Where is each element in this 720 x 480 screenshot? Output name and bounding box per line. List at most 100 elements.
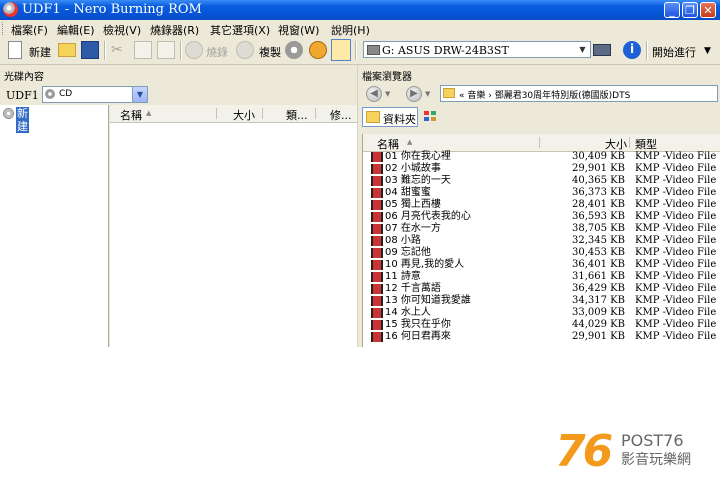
- cd-icon: [45, 89, 55, 99]
- toolbar-overflow-icon[interactable]: ▼: [704, 46, 711, 56]
- info-icon[interactable]: i: [623, 41, 641, 59]
- menu-grip[interactable]: [2, 22, 6, 35]
- file-column-headers: 名稱 ▲ 大小 類型: [363, 134, 720, 152]
- disc-label: UDF1: [6, 89, 39, 102]
- file-browser-view-row: 資料夾: [358, 105, 720, 130]
- file-browser-toggle-icon[interactable]: [331, 39, 351, 61]
- nero-app-icon[interactable]: [3, 2, 18, 17]
- file-row[interactable]: 07 在水一方 38,705 KB KMP -Video File: [363, 223, 720, 235]
- file-name: 16 何日君再來: [385, 331, 451, 342]
- menu-edit[interactable]: 編輯(E): [57, 22, 95, 38]
- window-title: UDF1 - Nero Burning ROM: [22, 2, 202, 17]
- menu-extras[interactable]: 其它選項(X): [210, 22, 270, 38]
- menu-view[interactable]: 檢視(V): [103, 22, 141, 38]
- column-name[interactable]: 名稱: [377, 136, 399, 152]
- file-row[interactable]: 16 何日君再來 29,901 KB KMP -Video File: [363, 331, 720, 343]
- file-browser-header: 檔案瀏覽器: [362, 72, 412, 83]
- burn-button[interactable]: 燒錄: [206, 44, 228, 60]
- file-row[interactable]: 14 水上人 33,009 KB KMP -Video File: [363, 307, 720, 319]
- file-row[interactable]: 05 獨上西樓 28,401 KB KMP -Video File: [363, 199, 720, 211]
- start-button[interactable]: 開始進行: [652, 44, 696, 60]
- disc-tree: 新建: [0, 105, 109, 347]
- file-type: KMP -Video File: [635, 259, 717, 270]
- file-row[interactable]: 01 你在我心裡 30,409 KB KMP -Video File: [363, 151, 720, 163]
- file-row[interactable]: 02 小城故事 29,901 KB KMP -Video File: [363, 163, 720, 175]
- close-button[interactable]: ✕: [700, 2, 716, 18]
- file-type: KMP -Video File: [635, 235, 717, 246]
- file-name: 12 千言萬語: [385, 283, 441, 294]
- watermark-number: 76: [555, 428, 613, 470]
- file-row[interactable]: 13 你可知道我愛誰 34,317 KB KMP -Video File: [363, 295, 720, 307]
- new-button[interactable]: 新建: [29, 44, 51, 60]
- chevron-down-icon[interactable]: ▼: [576, 43, 589, 56]
- folders-button[interactable]: 資料夾: [362, 107, 418, 127]
- file-row[interactable]: 08 小路 32,345 KB KMP -Video File: [363, 235, 720, 247]
- column-type[interactable]: 類...: [286, 107, 308, 123]
- file-name: 04 甜蜜蜜: [385, 187, 431, 198]
- file-row[interactable]: 15 我只在乎你 44,029 KB KMP -Video File: [363, 319, 720, 331]
- file-row[interactable]: 10 再見,我的愛人 36,401 KB KMP -Video File: [363, 259, 720, 271]
- file-row[interactable]: 06 月亮代表我的心 36,593 KB KMP -Video File: [363, 211, 720, 223]
- nero-window: UDF1 - Nero Burning ROM _ ❐ ✕ 檔案(F) 編輯(E…: [0, 0, 720, 347]
- file-row[interactable]: 03 難忘的一天 40,365 KB KMP -Video File: [363, 175, 720, 187]
- eject-icon[interactable]: [309, 41, 327, 59]
- video-file-icon: [371, 272, 383, 282]
- cut-icon[interactable]: ✂: [111, 42, 123, 58]
- column-size[interactable]: 大小: [605, 136, 627, 152]
- menu-bar: 檔案(F) 編輯(E) 檢視(V) 燒錄器(R) 其它選項(X) 視窗(W) 說…: [0, 20, 720, 37]
- disc-info-icon[interactable]: [285, 41, 303, 59]
- copy-button[interactable]: 複製: [259, 44, 281, 60]
- file-row[interactable]: 12 千言萬語 36,429 KB KMP -Video File: [363, 283, 720, 295]
- minimize-button[interactable]: _: [664, 2, 680, 18]
- maximize-button[interactable]: ❐: [682, 2, 698, 18]
- column-size[interactable]: 大小: [233, 107, 255, 123]
- drive-info-icon[interactable]: [593, 44, 611, 56]
- file-size: 31,661 KB: [572, 271, 625, 282]
- file-browser-nav: ◀ ▼ ▶ ▼ « 音樂 › 鄧麗君30周年特別版(德國版)DTS: [358, 83, 720, 105]
- copy-icon[interactable]: [134, 41, 152, 59]
- chevron-down-icon[interactable]: ▼: [385, 90, 390, 98]
- paste-icon[interactable]: [157, 41, 175, 59]
- file-row[interactable]: 04 甜蜜蜜 36,373 KB KMP -Video File: [363, 187, 720, 199]
- file-type: KMP -Video File: [635, 307, 717, 318]
- menu-help[interactable]: 說明(H): [331, 22, 370, 38]
- column-name[interactable]: 名稱: [120, 107, 142, 123]
- video-file-icon: [371, 248, 383, 258]
- file-name: 09 忘記他: [385, 247, 431, 258]
- address-bar[interactable]: « 音樂 › 鄧麗君30周年特別版(德國版)DTS: [440, 85, 718, 102]
- video-file-icon: [371, 308, 383, 318]
- file-name: 10 再見,我的愛人: [385, 259, 465, 270]
- title-bar[interactable]: UDF1 - Nero Burning ROM _ ❐ ✕: [0, 0, 720, 20]
- file-row[interactable]: 11 詩意 31,661 KB KMP -Video File: [363, 271, 720, 283]
- disc-type-select[interactable]: CD ▼: [42, 86, 148, 103]
- open-folder-icon[interactable]: [58, 43, 76, 57]
- column-type[interactable]: 類型: [635, 136, 657, 152]
- new-document-icon[interactable]: [8, 41, 22, 59]
- chevron-down-icon[interactable]: ▼: [425, 90, 430, 98]
- file-size: 33,009 KB: [572, 307, 625, 318]
- back-arrow-icon[interactable]: ◀: [366, 86, 382, 102]
- video-file-icon: [371, 164, 383, 174]
- watermark-tagline: 影音玩樂網: [621, 451, 691, 468]
- file-type: KMP -Video File: [635, 319, 717, 330]
- chevron-down-icon[interactable]: ▼: [132, 87, 147, 102]
- burn-disc-icon[interactable]: [185, 41, 203, 59]
- drive-select[interactable]: G: ASUS DRW-24B3ST ▼: [363, 41, 591, 58]
- address-path: « 音樂 › 鄧麗君30周年特別版(德國版)DTS: [459, 91, 631, 101]
- file-row[interactable]: 09 忘記他 30,453 KB KMP -Video File: [363, 247, 720, 259]
- menu-recorder[interactable]: 燒錄器(R): [150, 22, 199, 38]
- file-size: 44,029 KB: [572, 319, 625, 330]
- file-size: 36,401 KB: [572, 259, 625, 270]
- save-icon[interactable]: [81, 41, 99, 59]
- column-modified[interactable]: 修...: [330, 107, 352, 123]
- tree-item-label[interactable]: 新建: [16, 107, 29, 133]
- file-size: 32,345 KB: [572, 235, 625, 246]
- forward-arrow-icon[interactable]: ▶: [406, 86, 422, 102]
- menu-file[interactable]: 檔案(F): [11, 22, 48, 38]
- menu-window[interactable]: 視窗(W): [278, 22, 319, 38]
- folder-icon: [443, 88, 455, 98]
- file-name: 01 你在我心裡: [385, 151, 451, 162]
- view-mode-icon[interactable]: [424, 111, 436, 121]
- folder-icon: [366, 111, 380, 123]
- copy-disc-icon[interactable]: [236, 41, 254, 59]
